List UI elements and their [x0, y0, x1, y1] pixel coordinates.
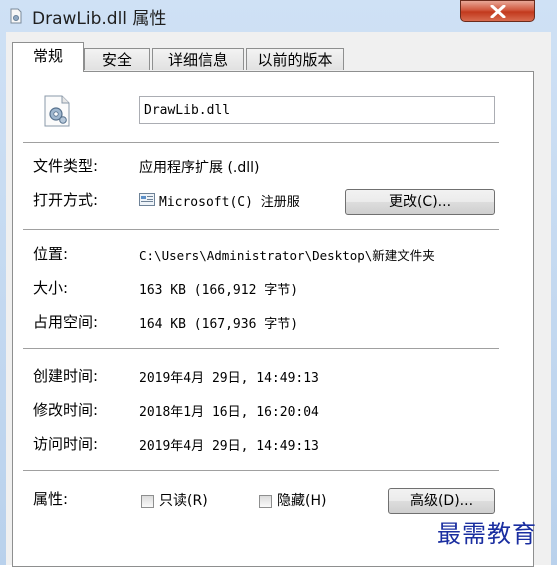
- size-label: 大小:: [33, 279, 69, 297]
- separator: [23, 470, 499, 471]
- tab-general[interactable]: 常规: [12, 42, 84, 72]
- close-icon: [490, 5, 506, 18]
- advanced-button[interactable]: 高级(D)...: [388, 488, 495, 514]
- tab-previous-versions[interactable]: 以前的版本: [246, 48, 344, 70]
- registry-app-icon: [139, 193, 155, 206]
- modified-label: 修改时间:: [33, 401, 99, 419]
- dialog-body: 常规 安全 详细信息 以前的版本 DrawLib.dll 文件类型: 应用程序扩…: [6, 32, 551, 567]
- change-button[interactable]: 更改(C)...: [345, 189, 495, 215]
- window-title: DrawLib.dll 属性: [32, 9, 167, 29]
- open-with-value: Microsoft(C) 注册服: [159, 195, 300, 210]
- accessed-label: 访问时间:: [33, 435, 99, 453]
- readonly-checkbox[interactable]: [141, 495, 154, 508]
- properties-window: DrawLib.dll 属性 常规 安全 详细信息 以前的版本 DrawLib.…: [0, 0, 557, 567]
- dll-file-gear-icon: [44, 95, 70, 127]
- created-value: 2019年4月 29日, 14:49:13: [139, 371, 319, 386]
- tab-details[interactable]: 详细信息: [152, 48, 244, 70]
- title-bar[interactable]: DrawLib.dll 属性: [0, 0, 557, 32]
- location-label: 位置:: [33, 245, 69, 263]
- location-value: C:\Users\Administrator\Desktop\新建文件夹: [139, 248, 435, 263]
- created-label: 创建时间:: [33, 367, 99, 385]
- attributes-label: 属性:: [33, 490, 69, 508]
- dll-file-icon: [10, 8, 22, 24]
- modified-value: 2018年1月 16日, 16:20:04: [139, 405, 319, 420]
- close-button[interactable]: [460, 0, 535, 22]
- tab-security[interactable]: 安全: [84, 48, 150, 70]
- size-value: 163 KB (166,912 字节): [139, 283, 299, 298]
- general-tab-page: DrawLib.dll 文件类型: 应用程序扩展 (.dll) 打开方式: Mi…: [12, 71, 534, 567]
- filename-field[interactable]: DrawLib.dll: [139, 96, 495, 124]
- separator: [23, 348, 499, 349]
- separator: [23, 142, 499, 143]
- hidden-checkbox[interactable]: [259, 495, 272, 508]
- hidden-label[interactable]: 隐藏(H): [277, 490, 326, 510]
- file-type-value: 应用程序扩展 (.dll): [139, 160, 260, 176]
- accessed-value: 2019年4月 29日, 14:49:13: [139, 439, 319, 454]
- separator: [23, 229, 499, 230]
- file-type-label: 文件类型:: [33, 157, 99, 175]
- disk-size-value: 164 KB (167,936 字节): [139, 317, 299, 332]
- readonly-label[interactable]: 只读(R): [159, 490, 208, 510]
- watermark-text: 最需教育: [437, 520, 537, 548]
- disk-size-label: 占用空间:: [33, 313, 99, 331]
- open-with-label: 打开方式:: [33, 191, 99, 209]
